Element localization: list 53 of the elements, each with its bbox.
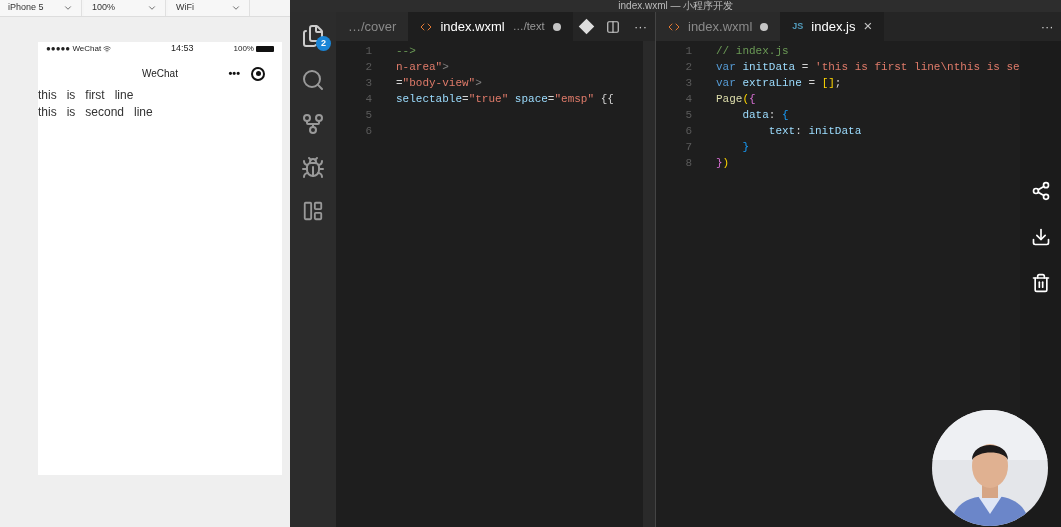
wifi-icon (103, 45, 112, 53)
tab-label: index.wxml (440, 17, 505, 36)
code-line: // index.js (716, 44, 789, 59)
file-type-label: JS (792, 19, 804, 33)
clock: 14:53 (171, 42, 194, 56)
code-line: text: initData (767, 124, 862, 139)
line-number: 3 (364, 76, 372, 91)
tab-path: …/text (512, 19, 545, 35)
battery-icon (256, 46, 274, 52)
code-line: --> (396, 44, 416, 59)
split-editor-icon[interactable] (606, 19, 620, 34)
more-button[interactable]: ··· (634, 16, 647, 37)
tab-label: …/cover (348, 17, 397, 36)
code-line: ="body-view"> (396, 76, 482, 91)
branch-icon[interactable] (301, 112, 325, 136)
line-number: 7 (684, 140, 692, 155)
battery-label: 100% (233, 43, 254, 55)
code-line: } (741, 140, 749, 155)
share-icon[interactable] (1030, 181, 1051, 201)
line-number: 4 (364, 92, 372, 107)
code-line: Page({ (716, 92, 756, 107)
notification-badge: 2 (316, 36, 331, 51)
tab-label: index.js (811, 17, 856, 36)
code-line: }) (716, 156, 730, 171)
line-number: 3 (684, 76, 692, 91)
editor-tab[interactable]: index.wxml …/text (408, 12, 573, 41)
code-line: data: { (741, 108, 789, 123)
trash-icon[interactable] (1030, 273, 1051, 293)
chevron-icon (147, 3, 157, 13)
chevron-icon (231, 3, 241, 13)
editor-tab[interactable]: index.wxml (656, 12, 781, 41)
menu-button[interactable]: ••• (228, 65, 240, 82)
chevron-icon (63, 3, 73, 13)
code-line: var initData = 'this is first line\nthis is se (716, 60, 1020, 75)
content-text: this is first line (38, 87, 135, 104)
window-title: index.wxml — 小程序开发 (618, 0, 734, 12)
close-icon[interactable]: × (863, 15, 873, 38)
line-number: 4 (684, 92, 692, 107)
carrier-label: ●●●●● WeChat (46, 43, 102, 55)
tab-label: index.wxml (688, 17, 753, 36)
content-text: this is second line (38, 104, 154, 121)
more-button[interactable]: ··· (1040, 16, 1061, 37)
nav-title: WeChat (142, 67, 178, 81)
code-line: selectable="true" space="emsp" {{ (396, 92, 614, 107)
editor-tab[interactable]: …/cover (336, 12, 409, 41)
code-line: n-area"> (396, 60, 449, 75)
bug-icon[interactable] (301, 156, 325, 180)
download-icon[interactable] (1030, 227, 1051, 247)
files-icon[interactable] (301, 24, 325, 48)
editor-tab[interactable]: JS index.js × (780, 12, 885, 41)
code-line: var extraLine = []; (716, 76, 842, 91)
extensions-icon[interactable] (302, 200, 324, 222)
search-icon[interactable] (301, 68, 325, 92)
